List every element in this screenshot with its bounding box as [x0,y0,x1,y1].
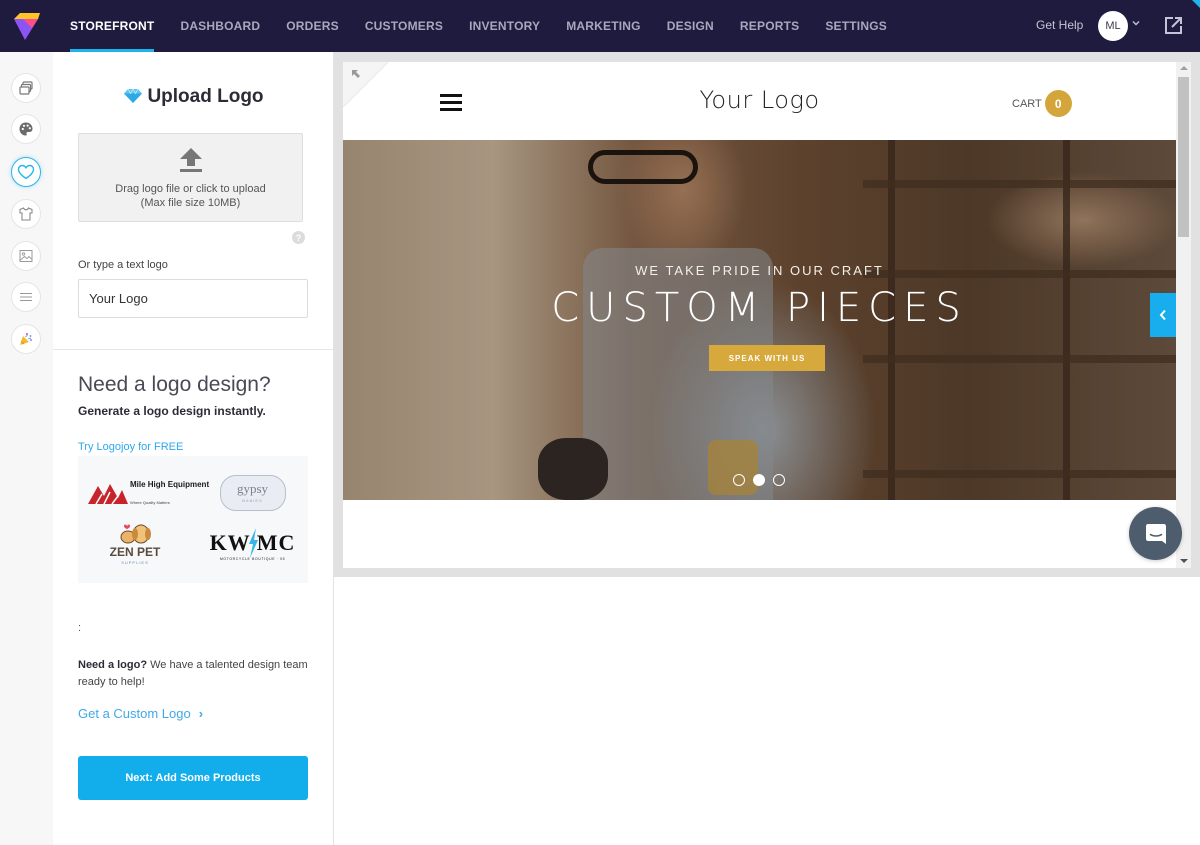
upload-instructions: Drag logo file or click to upload (Max f… [79,182,302,210]
sample-name: gypsy [236,481,269,496]
text-logo-label: Or type a text logo [78,259,168,271]
sample-logo-zen-pet: ZEN PET SUPPLIES [100,522,170,572]
panel-title: Upload Logo [53,86,334,108]
scroll-up-arrow[interactable] [1180,66,1188,70]
user-avatar[interactable]: ML [1098,11,1128,41]
custom-logo-description: Need a logo? We have a talented design t… [78,657,313,691]
rail-logo-button[interactable] [11,157,41,187]
rail-launch-button[interactable] [11,324,41,354]
rail-layers-button[interactable] [11,73,41,103]
party-popper-icon [20,333,32,345]
sample-name: Mile High Equipment [130,480,210,489]
get-help-link[interactable]: Get Help [1036,18,1083,32]
separator-colon: : [78,622,82,634]
upload-icon [180,148,202,172]
main-nav: STOREFRONT DASHBOARD ORDERS CUSTOMERS IN… [57,0,900,52]
custom-logo-bold: Need a logo? [78,659,148,671]
chevron-right-icon: › [198,706,204,721]
nav-storefront[interactable]: STOREFRONT [57,0,167,52]
sample-tagline: Where Quality Matters [130,500,170,505]
upload-line-1: Drag logo file or click to upload [115,183,266,195]
preview-frame: Your Logo CART 0 WE TAKE PRIDE IN OUR CR… [343,62,1176,568]
cart-button[interactable]: CART 0 [1012,90,1072,117]
storefront-preview: Your Logo CART 0 WE TAKE PRIDE IN OUR CR… [334,52,1200,577]
top-navbar: STOREFRONT DASHBOARD ORDERS CUSTOMERS IN… [0,0,1200,52]
slide-indicators [733,474,785,486]
cart-count-badge: 0 [1044,90,1072,117]
upload-line-2: (Max file size 10MB) [140,197,241,209]
nav-marketing[interactable]: MARKETING [553,0,653,52]
sample-logo-gypsy: gypsy BABIES [220,475,286,511]
corner-ribbon [1192,0,1200,8]
pet-logo-icon [120,524,151,544]
cart-label: CART [1012,97,1042,110]
custom-logo-link-label: Get a Custom Logo [78,706,191,721]
heart-icon [17,164,35,180]
logo-samples-image[interactable]: Mile High Equipment Where Quality Matter… [78,456,308,583]
chevron-left-icon [1159,309,1166,321]
menu-lines-icon [20,293,32,301]
external-link-icon[interactable] [1164,16,1183,35]
sample-logo-kwmc: KW MC MOTORCYCLE BOUTIQUE · 05 [205,528,300,570]
palette-icon [19,122,33,136]
sample-tagline: BABIES [242,498,263,503]
layers-icon [19,81,33,95]
try-logojoy-link[interactable]: Try Logojoy for FREE [78,441,183,453]
rail-theme-button[interactable] [11,114,41,144]
rail-images-button[interactable] [11,241,41,271]
hero-banner: WE TAKE PRIDE IN OUR CRAFT CUSTOM PIECES… [343,140,1176,500]
nav-dashboard[interactable]: DASHBOARD [167,0,273,52]
side-panel-toggle[interactable] [1150,293,1176,337]
next-add-products-button[interactable]: Next: Add Some Products [78,756,308,800]
logo-upload-dropzone[interactable]: Drag logo file or click to upload (Max f… [78,133,303,222]
speak-with-us-button[interactable]: SPEAK WITH US [709,345,825,371]
sample-name: ZEN PET [109,545,161,559]
help-icon[interactable]: ? [292,231,305,244]
nav-customers[interactable]: CUSTOMERS [352,0,456,52]
scroll-down-arrow[interactable] [1180,559,1188,563]
sample-tagline: SUPPLIES [121,560,149,565]
slide-dot-2[interactable] [753,474,765,486]
chevron-down-icon[interactable] [1131,18,1141,28]
nav-inventory[interactable]: INVENTORY [456,0,553,52]
promo-subheading: Generate a logo design instantly. [78,404,266,418]
preview-scrollbar[interactable] [1176,62,1191,568]
lightning-bolt-icon [249,528,258,558]
diamond-icon [124,88,143,103]
text-logo-input[interactable] [78,279,308,318]
mountain-logo-icon [88,484,128,504]
app-logo-icon[interactable] [11,10,43,42]
logo-panel: Upload Logo Drag logo file or click to u… [53,52,334,845]
tshirt-icon [19,207,33,221]
rail-products-button[interactable] [11,199,41,229]
icon-rail [0,52,53,845]
nav-reports[interactable]: REPORTS [727,0,812,52]
sample-logo-mile-high: Mile High Equipment Where Quality Matter… [88,479,209,509]
hero-title: CUSTOM PIECES [551,285,968,331]
chat-launcher-button[interactable] [1129,507,1182,560]
slide-dot-1[interactable] [733,474,745,486]
sample-tagline: MOTORCYCLE BOUTIQUE · 05 [219,557,286,561]
nav-settings[interactable]: SETTINGS [812,0,900,52]
scroll-thumb[interactable] [1178,77,1189,237]
nav-design[interactable]: DESIGN [654,0,727,52]
rail-menu-button[interactable] [11,282,41,312]
promo-heading: Need a logo design? [78,373,271,396]
panel-title-text: Upload Logo [147,86,264,107]
section-divider [53,349,334,350]
nav-orders[interactable]: ORDERS [273,0,352,52]
hero-subtitle: WE TAKE PRIDE IN OUR CRAFT [635,263,884,278]
arrow-up-left-icon [352,70,360,78]
slide-dot-3[interactable] [773,474,785,486]
get-custom-logo-link[interactable]: Get a Custom Logo › [78,706,203,721]
image-icon [19,250,33,262]
chat-icon [1145,523,1166,544]
